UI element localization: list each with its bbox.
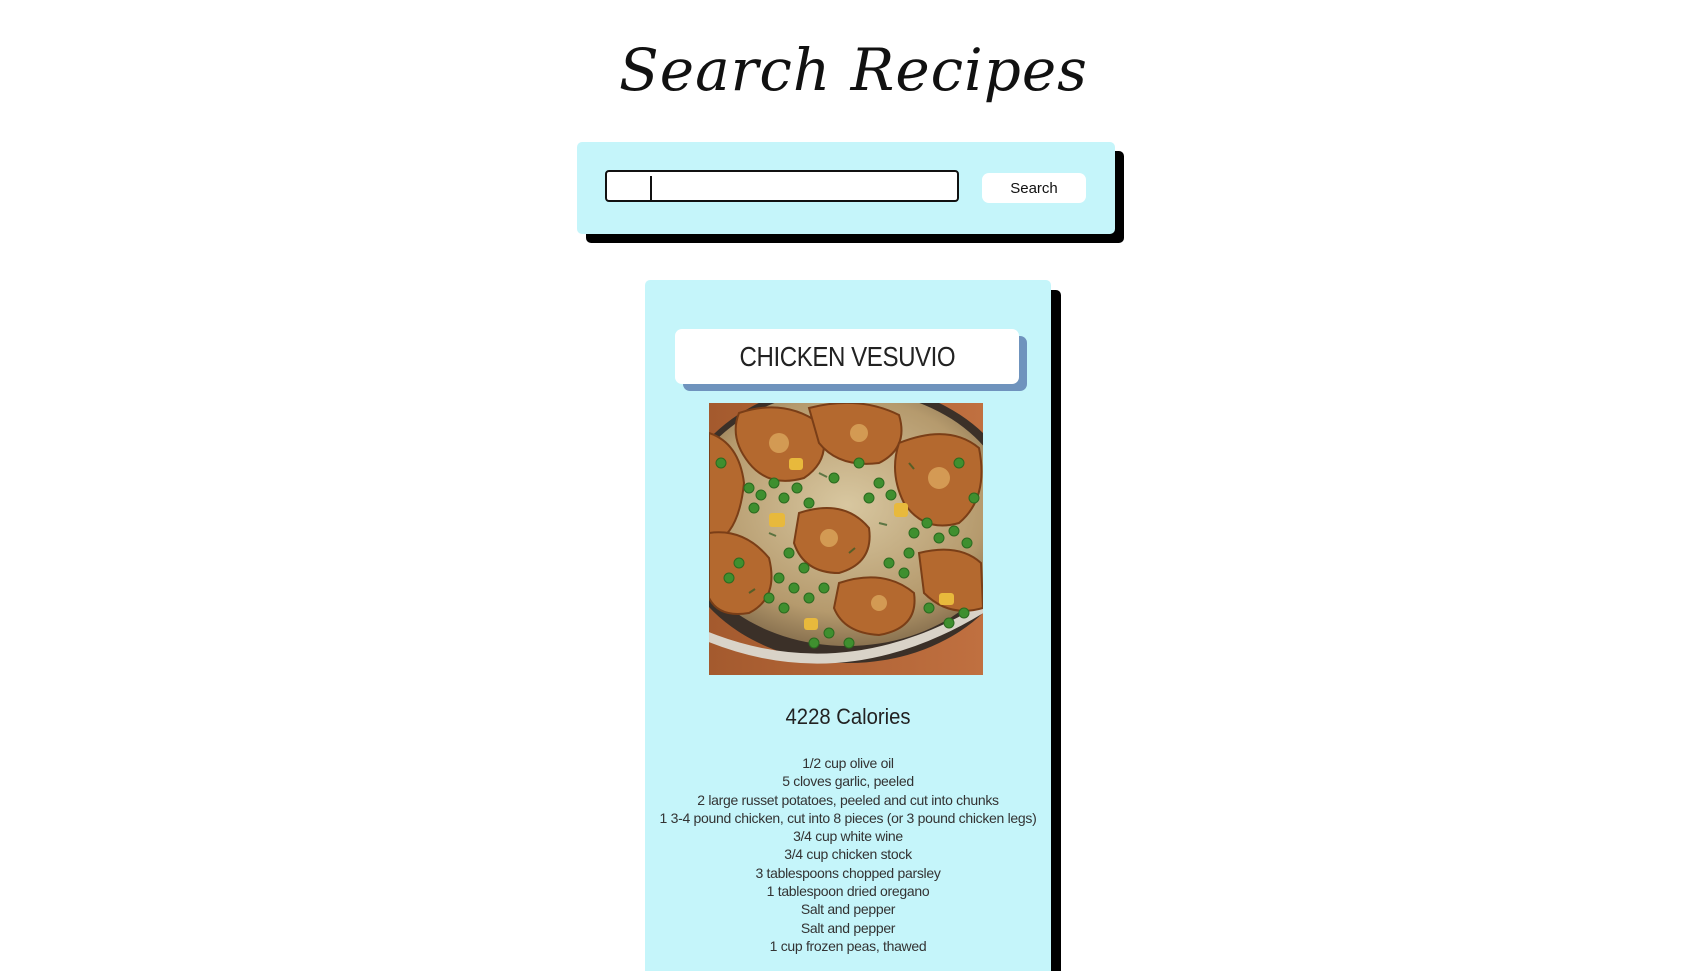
ingredient-item: 1 3-4 pound chicken, cut into 8 pieces (…: [659, 809, 1037, 826]
ingredient-item: 2 large russet potatoes, peeled and cut …: [697, 791, 999, 808]
ingredient-item: Salt and pepper: [800, 919, 896, 936]
recipe-title-box: CHICKEN VESUVIO: [675, 329, 1019, 384]
ingredient-item: 1 tablespoon dried oregano: [766, 883, 930, 900]
ingredient-item: 5 cloves garlic, peeled: [782, 773, 914, 790]
ingredient-item: 1/2 cup olive oil: [802, 755, 894, 771]
recipe-image: [709, 403, 983, 675]
ingredient-item: 3 tablespoons chopped parsley: [755, 864, 941, 881]
ingredients-list: 1/2 cup olive oil 5 cloves garlic, peele…: [645, 754, 1051, 955]
recipe-card: CHICKEN VESUVIO 4228 Calories 1/2 cup ol…: [645, 280, 1051, 971]
page-title: Search Recipes: [619, 36, 1088, 104]
ingredient-item: 3/4 cup white wine: [793, 828, 903, 845]
recipe-title: CHICKEN VESUVIO: [739, 340, 955, 372]
calories-label: 4228 Calories: [785, 704, 911, 729]
search-input[interactable]: [605, 170, 959, 202]
search-panel: Search: [577, 142, 1115, 234]
recipe-photo-icon: [709, 403, 983, 675]
ingredient-item: 3/4 cup chicken stock: [784, 846, 912, 863]
search-button[interactable]: Search: [982, 173, 1086, 203]
ingredient-item: Salt and pepper: [800, 901, 896, 918]
text-cursor: [650, 176, 652, 200]
ingredient-item: 1 cup frozen peas, thawed: [769, 937, 927, 954]
